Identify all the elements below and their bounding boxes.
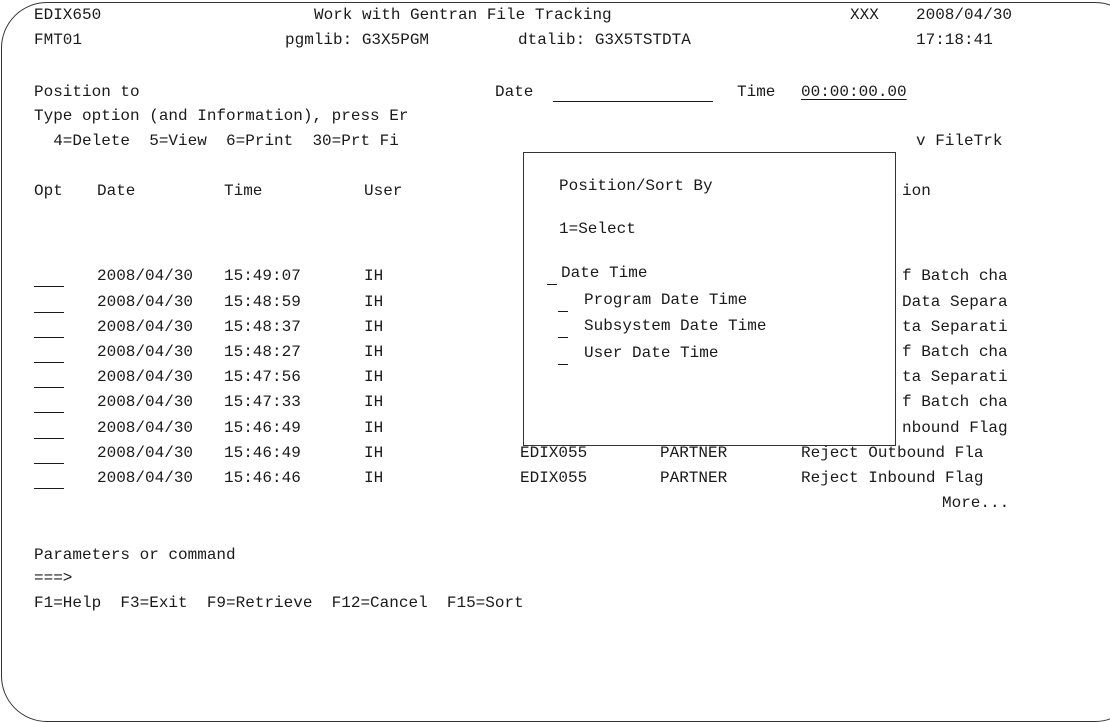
row-user: IH xyxy=(364,267,384,285)
row-description: f Batch cha xyxy=(902,393,1008,411)
position-sort-popup: Position/Sort By 1=Select Date Time Prog… xyxy=(523,152,896,446)
row-user: IH xyxy=(364,318,384,336)
sort-option-label: Date Time xyxy=(561,264,648,282)
row-date: 2008/04/30 xyxy=(97,368,194,386)
row-date: 2008/04/30 xyxy=(97,343,194,361)
date-label: Date xyxy=(495,83,534,101)
row-user: IH xyxy=(364,444,384,462)
sort-option-input[interactable] xyxy=(558,293,568,312)
command-label: Parameters or command xyxy=(34,546,236,564)
format-id: FMT01 xyxy=(34,31,83,49)
popup-instruction: 1=Select xyxy=(559,220,636,238)
sort-option-input[interactable] xyxy=(558,346,568,365)
column-header-description: ion xyxy=(902,182,931,200)
row-user: IH xyxy=(364,343,384,361)
row-option-input[interactable] xyxy=(34,268,64,287)
popup-title: Position/Sort By xyxy=(559,177,713,195)
row-option-input[interactable] xyxy=(34,319,64,338)
row-date: 2008/04/30 xyxy=(97,419,194,437)
row-time: 15:46:46 xyxy=(224,469,301,487)
sort-option-label: User Date Time xyxy=(584,344,719,362)
terminal-screen: EDIX650 Work with Gentran File Tracking … xyxy=(0,0,1110,722)
row-description: ta Separati xyxy=(902,368,1008,386)
row-user: IH xyxy=(364,293,384,311)
row-date: 2008/04/30 xyxy=(97,293,194,311)
row-time: 15:46:49 xyxy=(224,419,301,437)
row-time: 15:47:56 xyxy=(224,368,301,386)
row-option-input[interactable] xyxy=(34,445,64,464)
row-program: EDIX055 xyxy=(520,469,588,487)
more-indicator: More... xyxy=(942,494,1010,512)
row-option-input[interactable] xyxy=(34,369,64,388)
row-user: IH xyxy=(364,368,384,386)
row-date: 2008/04/30 xyxy=(97,469,194,487)
row-time: 15:49:07 xyxy=(224,267,301,285)
sort-option-input[interactable] xyxy=(547,266,557,285)
row-description: Reject Inbound Flag xyxy=(801,469,984,487)
position-to-label: Position to xyxy=(34,83,140,101)
row-time: 15:48:59 xyxy=(224,293,301,311)
row-date: 2008/04/30 xyxy=(97,267,194,285)
row-description: f Batch cha xyxy=(902,267,1008,285)
command-prompt: ===> xyxy=(34,569,73,587)
data-library: dtalib: G3X5TSTDTA xyxy=(518,31,691,49)
option-legend-tail: v FileTrk xyxy=(916,132,1003,150)
row-time: 15:46:49 xyxy=(224,444,301,462)
row-description: nbound Flag xyxy=(902,419,1008,437)
column-header-opt: Opt xyxy=(34,182,63,200)
program-id: EDIX650 xyxy=(34,6,102,24)
time-input[interactable]: 00:00:00.00 xyxy=(801,81,907,103)
header-time: 17:18:41 xyxy=(916,31,993,49)
row-option-input[interactable] xyxy=(34,470,64,489)
row-user: IH xyxy=(364,469,384,487)
row-description: f Batch cha xyxy=(902,343,1008,361)
instructions-line-1: Type option (and Information), press Er xyxy=(34,107,409,125)
row-user: IH xyxy=(364,393,384,411)
column-header-time: Time xyxy=(224,182,263,200)
row-time: 15:48:27 xyxy=(224,343,301,361)
row-user: IH xyxy=(364,419,384,437)
option-legend: 4=Delete 5=View 6=Print 30=Prt Fi xyxy=(34,132,399,150)
row-option-input[interactable] xyxy=(34,420,64,439)
row-option-input[interactable] xyxy=(34,294,64,313)
column-header-user: User xyxy=(364,182,403,200)
row-time: 15:48:37 xyxy=(224,318,301,336)
page-title: Work with Gentran File Tracking xyxy=(314,6,612,24)
command-input[interactable] xyxy=(84,567,984,587)
system-name: XXX xyxy=(850,6,879,24)
sort-option-label: Program Date Time xyxy=(584,291,748,309)
time-label: Time xyxy=(737,83,776,101)
column-header-date: Date xyxy=(97,182,136,200)
row-option-input[interactable] xyxy=(34,394,64,413)
sort-option-label: Subsystem Date Time xyxy=(584,317,767,335)
row-profile: PARTNER xyxy=(660,469,728,487)
row-option-input[interactable] xyxy=(34,344,64,363)
row-time: 15:47:33 xyxy=(224,393,301,411)
function-key-legend: F1=Help F3=Exit F9=Retrieve F12=Cancel F… xyxy=(34,594,524,612)
row-description: Data Separa xyxy=(902,293,1008,311)
row-date: 2008/04/30 xyxy=(97,318,194,336)
row-description: ta Separati xyxy=(902,318,1008,336)
sort-option-input[interactable] xyxy=(558,319,568,338)
row-date: 2008/04/30 xyxy=(97,393,194,411)
date-input[interactable] xyxy=(553,83,713,102)
program-library: pgmlib: G3X5PGM xyxy=(285,31,430,49)
row-date: 2008/04/30 xyxy=(97,444,194,462)
header-date: 2008/04/30 xyxy=(916,6,1013,24)
